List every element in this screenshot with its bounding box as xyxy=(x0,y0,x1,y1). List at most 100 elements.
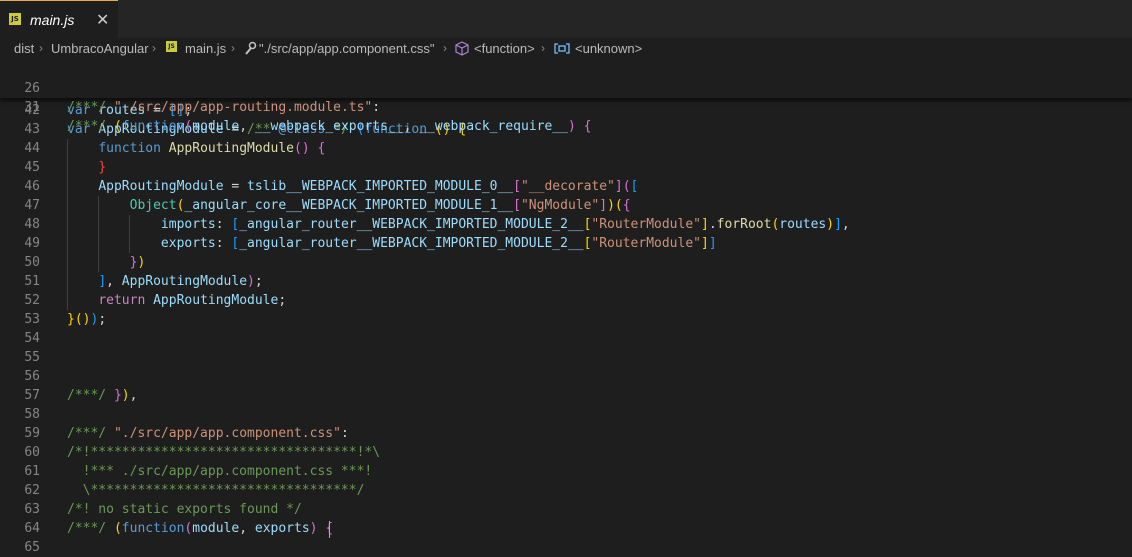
code-token: ] xyxy=(614,179,623,194)
code-token: return xyxy=(98,293,146,308)
wrench-icon xyxy=(243,40,257,56)
code-token: AppRoutingModule xyxy=(168,141,294,156)
code-token: /***/ xyxy=(67,426,114,441)
chevron-right-icon: › xyxy=(541,41,545,55)
code-line[interactable]: 57 /***/ }), xyxy=(0,386,1132,405)
sticky-line[interactable]: 31 /***/ (function(module, __webpack_exp… xyxy=(0,79,1132,134)
code-token: Object xyxy=(129,198,177,213)
chevron-right-icon: › xyxy=(39,41,43,55)
code-token: , xyxy=(239,119,255,134)
code-line[interactable]: 56 xyxy=(0,367,1132,386)
code-line[interactable]: 53 }()); xyxy=(0,310,1132,329)
code-text: }()); xyxy=(67,310,106,329)
code-text: /***/ "./src/app/app.component.css": xyxy=(67,424,349,443)
code-token: ] xyxy=(708,236,717,251)
code-token: ( xyxy=(614,198,623,213)
code-token: _angular_core__WEBPACK_IMPORTED_MODULE_1… xyxy=(184,198,514,213)
js-file-icon: JS xyxy=(166,41,177,52)
line-number: 31 xyxy=(24,100,40,115)
line-number: 50 xyxy=(24,255,40,270)
line-number: 55 xyxy=(24,350,40,365)
breadcrumb-dist[interactable]: dist xyxy=(14,41,34,56)
code-token: /***/ xyxy=(67,388,114,403)
code-token: exports xyxy=(254,521,310,536)
sticky-line[interactable]: 26 /***/ "./src/app/app-routing.module.t… xyxy=(0,60,1132,115)
code-token: ] xyxy=(700,236,709,251)
code-token: __webpack_require__ xyxy=(419,119,568,134)
code-token: , xyxy=(239,521,255,536)
code-line[interactable]: 47 Object (_angular_core__WEBPACK_IMPORTE… xyxy=(0,196,1132,215)
code-token: () xyxy=(294,141,310,156)
code-token: AppRoutingModule xyxy=(153,293,279,308)
code-line[interactable]: 44 function AppRoutingModule() { xyxy=(0,139,1132,158)
code-line[interactable]: 64/***/ (function(module, exports) { xyxy=(0,519,1132,538)
code-token: = xyxy=(223,179,248,194)
code-token: !*** ./src/app/app.component.css ***! xyxy=(67,464,373,479)
code-line[interactable]: 46 AppRoutingModule = tslib__WEBPACK_IMP… xyxy=(0,177,1132,196)
code-token: _angular_router__WEBPACK_IMPORTED_MODULE… xyxy=(239,236,584,251)
code-line[interactable]: 65 xyxy=(0,538,1132,557)
code-line[interactable]: 61 !*** ./src/app/app.component.css ***! xyxy=(0,462,1132,481)
chevron-right-icon: › xyxy=(443,41,447,55)
code-token: } xyxy=(67,312,75,327)
breadcrumb-project[interactable]: UmbracoAngular xyxy=(51,41,149,56)
code-line[interactable]: 52 return AppRoutingModule; xyxy=(0,291,1132,310)
breadcrumb-unknown[interactable]: <unknown> xyxy=(575,41,642,56)
code-token: function xyxy=(98,141,161,156)
breadcrumb-function[interactable]: <function> xyxy=(474,41,535,56)
code-token: "RouterModule" xyxy=(591,236,701,251)
line-number: 57 xyxy=(24,388,40,403)
line-number: 48 xyxy=(24,217,40,232)
line-number: 59 xyxy=(24,426,40,441)
code-token: ( xyxy=(622,179,631,194)
tab-label: main.js xyxy=(30,12,75,28)
code-line[interactable]: 51 ], AppRoutingModule); xyxy=(0,272,1132,291)
line-number: 51 xyxy=(24,274,40,289)
code-editor[interactable]: 26 /***/ "./src/app/app-routing.module.t… xyxy=(0,60,1132,555)
code-line[interactable]: 58 xyxy=(0,405,1132,424)
line-number: 62 xyxy=(24,483,40,498)
breadcrumb-module[interactable]: "./src/app/app.component.css" xyxy=(259,41,434,56)
code-token: ; xyxy=(98,312,107,327)
cube-icon xyxy=(455,41,469,56)
code-token: \**********************************/ xyxy=(67,483,365,498)
code-token: ; xyxy=(254,274,263,289)
breadcrumb-file[interactable]: main.js xyxy=(185,41,226,56)
close-icon[interactable]: ✕ xyxy=(96,10,109,30)
code-text: /***/ }), xyxy=(67,386,137,405)
breadcrumb: dist › UmbracoAngular › JS main.js › "./… xyxy=(0,38,1132,60)
code-token: : xyxy=(215,217,232,232)
code-token: ) xyxy=(309,521,318,536)
code-line[interactable]: 62 \**********************************/ xyxy=(0,481,1132,500)
code-line[interactable]: 49 exports: [_angular_router__WEBPACK_IM… xyxy=(0,234,1132,253)
code-token: ] xyxy=(98,274,107,289)
code-token: : xyxy=(215,236,232,251)
code-token: } xyxy=(98,160,107,175)
code-token: __webpack_exports__ xyxy=(254,119,404,134)
line-number: 53 xyxy=(24,312,40,327)
chevron-right-icon: › xyxy=(152,41,156,55)
code-line[interactable]: 60 /*!**********************************!… xyxy=(0,443,1132,462)
line-number: 60 xyxy=(24,445,40,460)
code-token: forRoot xyxy=(716,217,772,232)
code-line[interactable]: 59 /***/ "./src/app/app.component.css": xyxy=(0,424,1132,443)
code-line[interactable]: 54 xyxy=(0,329,1132,348)
code-token: { xyxy=(622,198,631,213)
code-line[interactable]: 63 /*! no static exports found */ xyxy=(0,500,1132,519)
code-line[interactable]: 48 imports: [_angular_router__WEBPACK_IM… xyxy=(0,215,1132,234)
code-line[interactable]: 55 xyxy=(0,348,1132,367)
line-number: 46 xyxy=(24,179,40,194)
code-token: . xyxy=(708,217,717,232)
code-line[interactable]: 50 }) xyxy=(0,253,1132,272)
code-line[interactable]: 45 } xyxy=(0,158,1132,177)
code-token: routes xyxy=(779,217,827,232)
code-token: function xyxy=(121,521,185,536)
line-number: 49 xyxy=(24,236,40,251)
code-text: /*! no static exports found */ xyxy=(67,500,302,519)
tab-main-js[interactable]: JS main.js ✕ xyxy=(0,0,118,38)
